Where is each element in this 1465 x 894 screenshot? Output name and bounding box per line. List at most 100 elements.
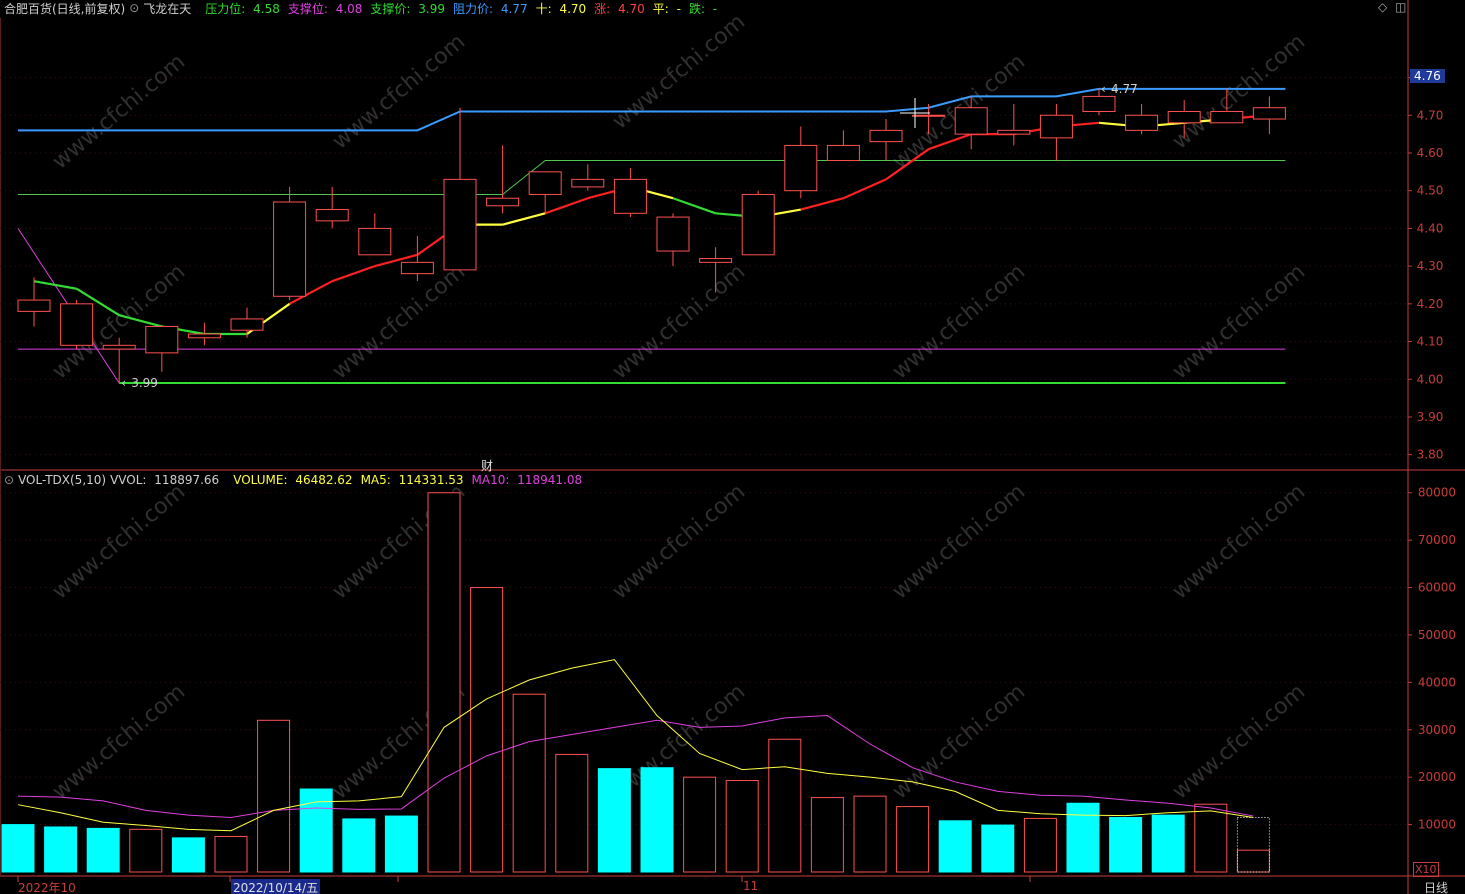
- candle-body: [315, 209, 349, 222]
- volume-bar: [214, 835, 248, 873]
- watermark-text: www.cfchi.com: [608, 259, 750, 384]
- candle-body: [613, 178, 647, 214]
- volume-bar: [470, 587, 504, 873]
- candle-body: [912, 114, 946, 117]
- price-annotation: 3.99: [131, 376, 158, 390]
- volume-bar: [640, 767, 674, 873]
- month-label-oct: 2022年10: [18, 881, 76, 894]
- volume-tick-label: 50000: [1418, 628, 1456, 642]
- candle-body: [741, 193, 775, 256]
- candle-body: [826, 144, 860, 162]
- volume-bar: [384, 815, 418, 873]
- candle-body: [443, 178, 477, 271]
- candle-body: [784, 144, 818, 192]
- price-tick-label: 3.80: [1417, 448, 1444, 462]
- cursor-date-label: 2022/10/14/五: [231, 879, 321, 894]
- volume-bar: [683, 776, 717, 873]
- candle-body: [699, 258, 733, 263]
- price-annotation: 4.77: [1111, 82, 1138, 96]
- volume-bar: [342, 818, 376, 873]
- candle-body: [486, 197, 520, 207]
- volume-tick-label: 20000: [1418, 770, 1456, 784]
- volume-tick-label: 40000: [1418, 675, 1456, 689]
- volume-tick-label: 60000: [1418, 581, 1456, 595]
- volume-bar: [810, 797, 844, 873]
- volume-bar: [1236, 849, 1270, 873]
- volume-bar: [1151, 814, 1185, 873]
- candle-body: [102, 344, 136, 350]
- candle-body: [230, 318, 264, 331]
- price-tick-label: 4.50: [1417, 184, 1444, 198]
- price-tick-label: 4.30: [1417, 259, 1444, 273]
- volume-bar: [853, 795, 887, 873]
- month-label-nov: 11: [743, 879, 759, 893]
- chart-canvas[interactable]: 4.804.704.604.504.404.304.204.104.003.90…: [0, 0, 1465, 894]
- price-tick-label: 4.70: [1417, 108, 1444, 122]
- candle-body: [60, 303, 94, 346]
- price-tick-label: 4.10: [1417, 335, 1444, 349]
- watermark-text: www.cfchi.com: [48, 679, 190, 804]
- watermark-text: www.cfchi.com: [608, 479, 750, 604]
- volume-bar: [768, 738, 802, 873]
- ma-line-segment: [544, 197, 589, 215]
- price-tick-label: 4.40: [1417, 221, 1444, 235]
- candle-body: [145, 325, 179, 354]
- candle-body: [997, 129, 1031, 135]
- pressure-line: [18, 160, 1286, 195]
- finance-marker-icon[interactable]: 财: [481, 457, 493, 474]
- volume-tick-label: 10000: [1418, 818, 1456, 832]
- watermark-text: www.cfchi.com: [1168, 29, 1310, 154]
- volume-bar: [555, 753, 589, 873]
- candle-body: [1167, 110, 1201, 124]
- candle-body: [273, 201, 307, 297]
- volume-bar: [427, 492, 461, 873]
- volume-bar: [86, 827, 120, 873]
- candle-body: [1082, 95, 1116, 112]
- volume-bar: [597, 768, 631, 873]
- candle-body: [1210, 110, 1244, 124]
- watermark-text: www.cfchi.com: [888, 679, 1030, 804]
- price-tick-label: 3.90: [1417, 410, 1444, 424]
- chart-window: 合肥百货(日线,前复权) ⊙ 飞龙在天 压力位: 4.58 支撑位: 4.08 …: [0, 0, 1465, 894]
- watermark-text: www.cfchi.com: [48, 479, 190, 604]
- ma-line-segment: [672, 197, 716, 215]
- candle-body: [571, 178, 605, 188]
- ma-line-segment: [502, 212, 546, 226]
- candle-body: [1125, 114, 1159, 131]
- volume-bar: [896, 806, 930, 873]
- volume-bar: [1109, 816, 1143, 873]
- price-tick-label: 4.60: [1417, 146, 1444, 160]
- candle-body: [358, 227, 392, 256]
- watermark-text: www.cfchi.com: [608, 9, 750, 134]
- watermark-text: www.cfchi.com: [48, 49, 190, 174]
- price-tick-label: 4.00: [1417, 372, 1444, 386]
- annotation-arrow: ‹: [121, 376, 126, 390]
- ma-line-segment: [331, 265, 376, 283]
- volume-bar: [512, 693, 546, 873]
- volume-bar: [1023, 817, 1057, 873]
- volume-tick-label: 30000: [1418, 723, 1456, 737]
- candle-body: [528, 171, 562, 195]
- volume-bar: [1, 824, 35, 873]
- current-price-tag: 4.76: [1410, 69, 1445, 83]
- watermark-text: www.cfchi.com: [1168, 259, 1310, 384]
- price-tick-label: 4.20: [1417, 297, 1444, 311]
- watermark-text: www.cfchi.com: [1168, 679, 1310, 804]
- volume-tick-label: 70000: [1418, 533, 1456, 547]
- candle-body: [656, 216, 690, 252]
- candle-body: [1252, 107, 1286, 120]
- ma-line-segment: [33, 280, 77, 290]
- watermark-text: www.cfchi.com: [328, 259, 470, 384]
- volume-bar: [938, 820, 972, 873]
- candle-body: [1039, 114, 1073, 139]
- candle-body: [17, 299, 51, 312]
- candle-body: [954, 107, 988, 135]
- volume-bar: [171, 837, 205, 873]
- watermark-text: www.cfchi.com: [1168, 479, 1310, 604]
- volume-tick-label: 80000: [1418, 486, 1456, 500]
- volume-bar: [44, 826, 78, 873]
- volume-bar: [981, 824, 1015, 873]
- period-button[interactable]: 日线: [1424, 879, 1448, 894]
- volume-bar: [129, 828, 163, 873]
- volume-bar: [1194, 803, 1228, 873]
